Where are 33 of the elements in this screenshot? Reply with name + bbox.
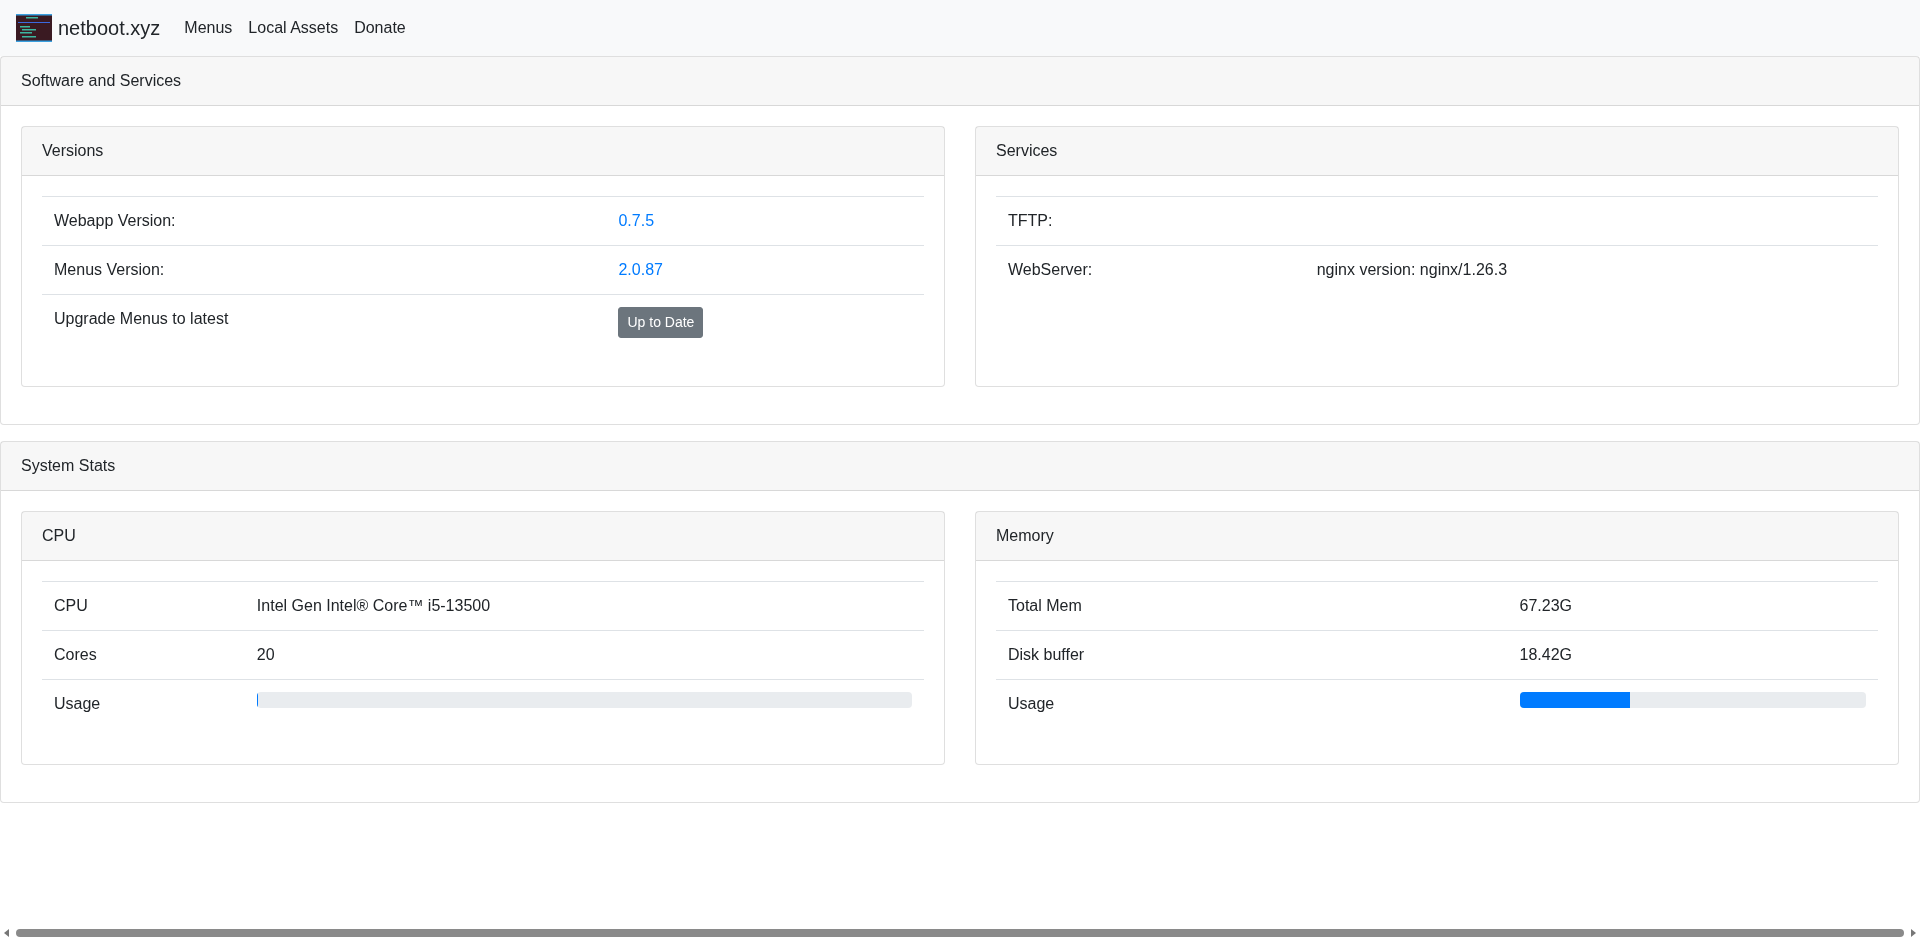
panel-title: Services	[996, 142, 1058, 159]
panel-title: Versions	[42, 142, 104, 159]
value-cell: 20	[244, 630, 924, 680]
nav-link[interactable]: Donate	[354, 19, 406, 37]
scroll-right-icon[interactable]	[1910, 929, 1916, 937]
value-cell: 67.23G	[1507, 581, 1878, 631]
scrollbar-thumb[interactable]	[16, 929, 1904, 937]
version-link[interactable]: 2.0.87	[618, 261, 663, 278]
row-label: Usage	[996, 679, 1508, 728]
row-label: Disk buffer	[996, 630, 1508, 680]
panel-title: CPU	[42, 527, 76, 544]
row-label: WebServer:	[996, 245, 1305, 294]
version-link[interactable]: 0.7.5	[618, 212, 655, 229]
row-label: Menus Version:	[42, 245, 607, 295]
value-cell: nginx version: nginx/1.26.3	[1304, 245, 1878, 294]
row-label: CPU	[42, 581, 245, 631]
row-label: TFTP:	[996, 196, 1305, 246]
value-cell: 18.42G	[1507, 630, 1878, 680]
section-title: System Stats	[21, 457, 116, 474]
panel-title: Memory	[996, 527, 1054, 544]
row-label: Upgrade Menus to latest	[42, 294, 607, 350]
up-to-date-button[interactable]: Up to Date	[618, 307, 704, 338]
brand-link[interactable]: netboot.xyz	[58, 16, 161, 40]
value-cell: Intel Gen Intel® Core™ i5-13500	[244, 581, 924, 631]
nav-link[interactable]: Menus	[184, 19, 233, 37]
scroll-left-icon[interactable]	[4, 929, 10, 937]
row-label: Usage	[42, 679, 245, 728]
row-label: Total Mem	[996, 581, 1508, 631]
row-label: Webapp Version:	[42, 196, 607, 246]
section-title: Software and Services	[21, 72, 182, 89]
nav-link[interactable]: Local Assets	[248, 19, 339, 37]
terminal-logo-icon	[16, 14, 52, 42]
row-label: Cores	[42, 630, 245, 680]
